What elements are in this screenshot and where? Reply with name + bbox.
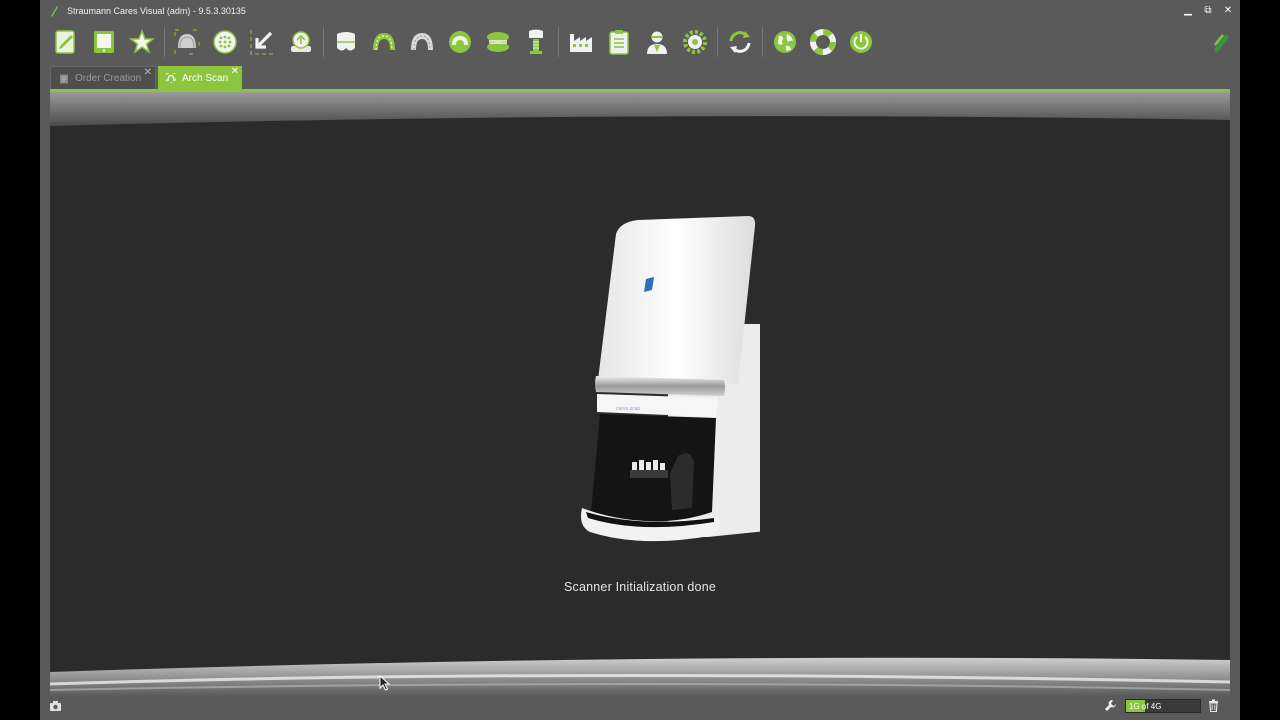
- edit-document-icon[interactable]: [50, 26, 82, 58]
- close-tab-icon[interactable]: ✕: [231, 67, 239, 77]
- factory-icon[interactable]: [565, 26, 597, 58]
- application-window: Straumann Cares Visual (adm) - 9.5.3.301…: [40, 0, 1240, 720]
- scan-plate-icon[interactable]: [209, 26, 241, 58]
- window-title: Straumann Cares Visual (adm) - 9.5.3.301…: [67, 6, 246, 16]
- tab-label: Arch Scan: [182, 72, 229, 84]
- document-tabs: Order Creation ✕ Arch Scan ✕: [50, 66, 244, 90]
- toolbar-separator: [558, 27, 559, 57]
- main-toolbar: [50, 24, 883, 60]
- arch-scan-view: cares scan Scanner Initialization done: [50, 89, 1230, 696]
- load-scan-icon[interactable]: [285, 26, 317, 58]
- trash-icon[interactable]: [1208, 699, 1219, 712]
- arch-antagonist-icon[interactable]: [444, 26, 476, 58]
- close-tab-icon[interactable]: ✕: [144, 68, 152, 78]
- straumann-brand-icon: [1214, 34, 1229, 53]
- dentures-icon[interactable]: [482, 26, 514, 58]
- tab-label: Order Creation: [75, 73, 142, 84]
- toolbar-separator: [323, 27, 324, 57]
- arch-grey-icon[interactable]: [406, 26, 438, 58]
- app-logo-icon: [51, 6, 58, 17]
- window-controls: ▁ ⧉ ✕: [1182, 4, 1234, 18]
- toolbar-separator: [164, 27, 165, 57]
- mouse-cursor-icon: [379, 675, 391, 691]
- toolbar-separator: [717, 27, 718, 57]
- scan-impression-icon[interactable]: [171, 26, 203, 58]
- memory-usage-text: 1G of 4G: [1129, 702, 1162, 711]
- title-bar: Straumann Cares Visual (adm) - 9.5.3.301…: [40, 0, 1240, 22]
- tab-order-creation[interactable]: Order Creation ✕: [50, 66, 156, 90]
- globe-icon[interactable]: [769, 26, 801, 58]
- status-bar: 1G of 4G: [40, 697, 1240, 720]
- close-window-button[interactable]: ✕: [1222, 4, 1234, 18]
- wrench-tools-icon[interactable]: [1104, 699, 1117, 712]
- import-arrow-icon[interactable]: [247, 26, 279, 58]
- tab-arch-scan[interactable]: Arch Scan ✕: [158, 66, 242, 90]
- scanner-status-message: Scanner Initialization done: [563, 580, 717, 594]
- implant-icon[interactable]: [520, 26, 552, 58]
- top-decorative-banner: [50, 92, 1230, 126]
- restore-button[interactable]: ⧉: [1202, 4, 1214, 18]
- settings-gear-icon[interactable]: [679, 26, 711, 58]
- svg-text:cares scan: cares scan: [616, 406, 640, 412]
- clipboard-icon[interactable]: [603, 26, 635, 58]
- support-lifebuoy-icon[interactable]: [807, 26, 839, 58]
- order-document-icon: [60, 74, 68, 83]
- power-icon[interactable]: [845, 26, 877, 58]
- camera-screenshot-icon[interactable]: [49, 700, 62, 712]
- memory-usage-indicator: 1G of 4G: [1125, 699, 1201, 713]
- minimize-button[interactable]: ▁: [1182, 4, 1194, 18]
- refresh-icon[interactable]: [724, 26, 756, 58]
- tablet-icon[interactable]: [88, 26, 120, 58]
- toolbar-separator: [762, 27, 763, 57]
- favorite-star-icon[interactable]: [126, 26, 158, 58]
- bottom-decorative-banner: [50, 657, 1230, 696]
- arch-scan-icon: [166, 73, 176, 83]
- tooth-crown-icon[interactable]: [330, 26, 362, 58]
- scanner-device-image: cares scan: [581, 216, 760, 542]
- doctor-icon[interactable]: [641, 26, 673, 58]
- arch-green-icon[interactable]: [368, 26, 400, 58]
